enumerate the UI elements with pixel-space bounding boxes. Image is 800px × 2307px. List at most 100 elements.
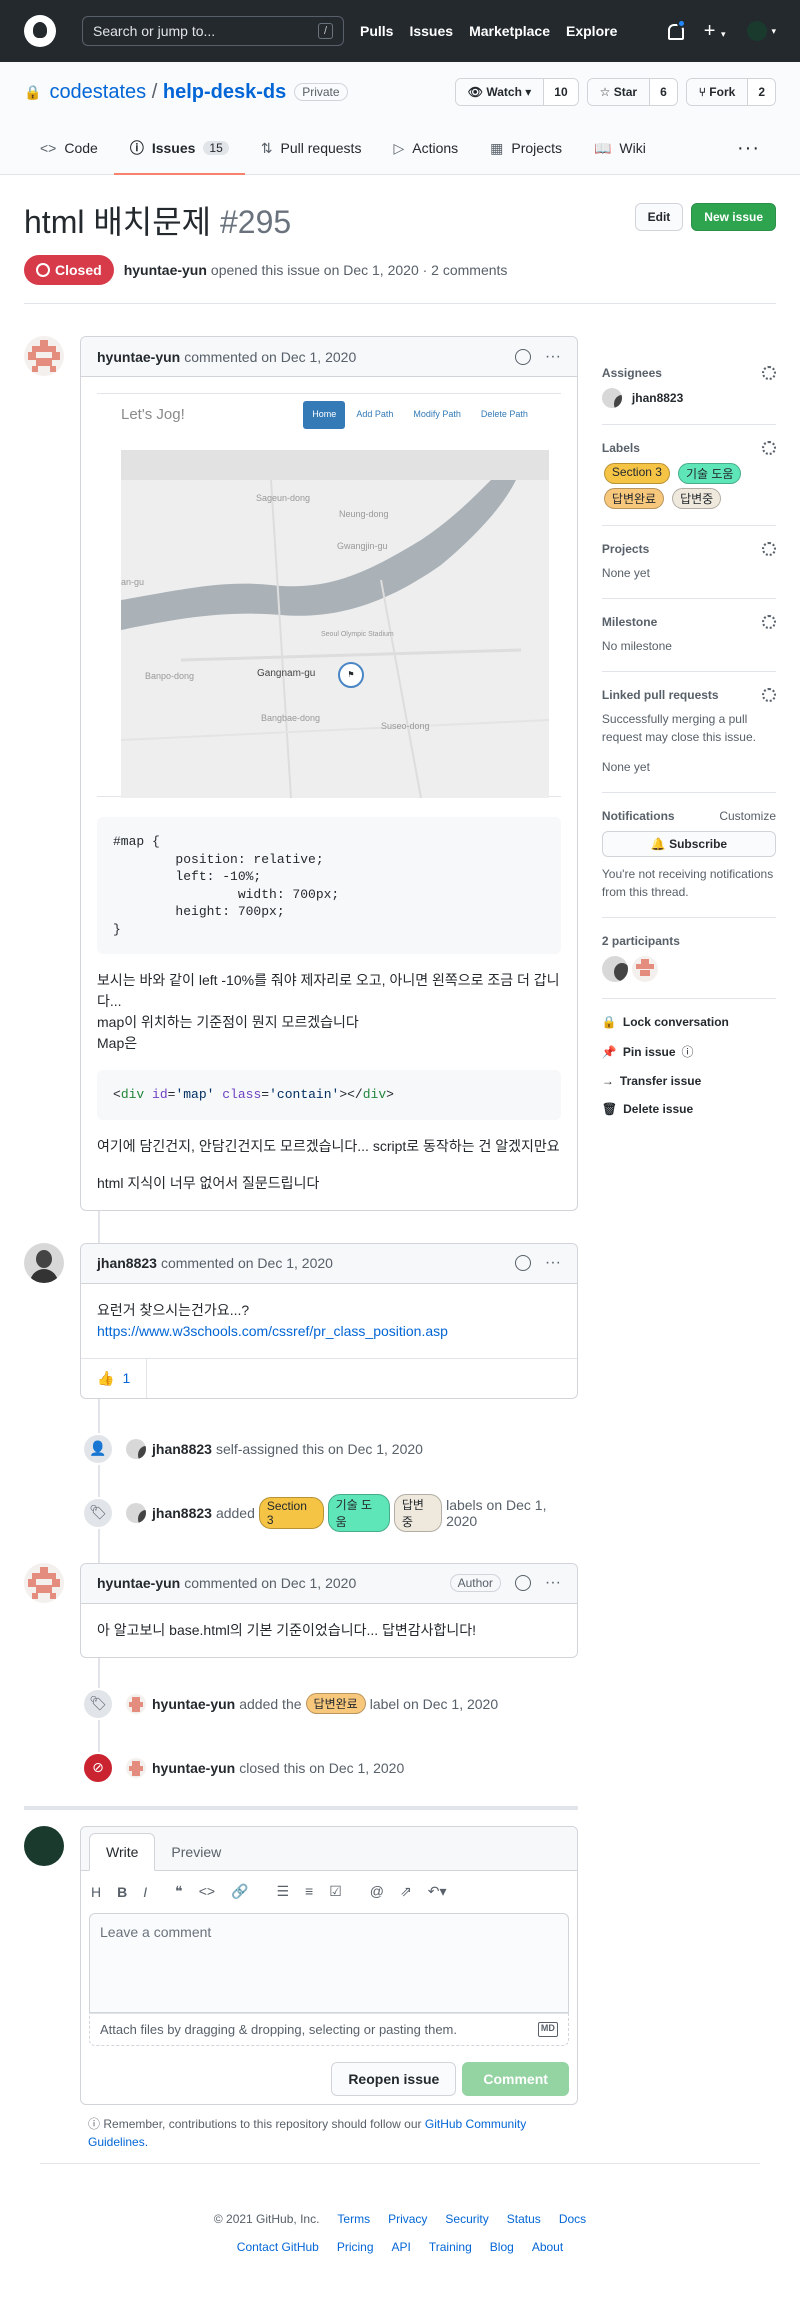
more-tabs-kebab-icon[interactable]: ··· [737, 122, 776, 174]
star-count[interactable]: 6 [649, 79, 677, 105]
add-reaction-smiley-icon[interactable] [514, 1255, 531, 1272]
edit-button[interactable]: Edit [634, 203, 684, 231]
italic-icon[interactable]: I [143, 1884, 147, 1900]
comment-kebab-icon[interactable]: ··· [545, 348, 561, 366]
footer-link-docs[interactable]: Docs [559, 2212, 586, 2226]
footer-link-terms[interactable]: Terms [337, 2212, 370, 2226]
comment-kebab-icon[interactable]: ··· [545, 1574, 561, 1592]
reply-icon[interactable]: ↶▾ [428, 1883, 447, 1900]
info-icon[interactable]: ⓘ [682, 1043, 694, 1060]
write-tab[interactable]: Write [89, 1832, 156, 1871]
tab-projects[interactable]: ▦ Projects [474, 122, 578, 174]
comment-kebab-icon[interactable]: ··· [545, 1254, 561, 1272]
link-icon[interactable]: 🔗 [231, 1883, 248, 1900]
gear-icon[interactable] [762, 615, 776, 629]
comment-meta[interactable]: commented on Dec 1, 2020 [184, 1575, 356, 1591]
fork-count[interactable]: 2 [747, 79, 775, 105]
gear-icon[interactable] [762, 542, 776, 556]
footer-link-status[interactable]: Status [507, 2212, 541, 2226]
label-done[interactable]: 답변완료 [305, 1693, 366, 1715]
footer-link-pricing[interactable]: Pricing [337, 2240, 374, 2254]
repo-owner-link[interactable]: codestates [49, 81, 146, 103]
avatar[interactable] [24, 1242, 64, 1283]
preview-tab[interactable]: Preview [155, 1834, 237, 1870]
code-icon[interactable]: <> [199, 1883, 215, 1900]
reopen-issue-button[interactable]: Reopen issue [331, 2061, 457, 2096]
gear-icon[interactable] [762, 441, 776, 455]
label-tech-help[interactable]: 기술 도움 [677, 463, 742, 484]
comment-submit-button[interactable]: Comment [462, 2061, 569, 2096]
github-logo-icon[interactable] [24, 15, 56, 47]
issue-author-link[interactable]: hyuntae-yun [124, 262, 207, 278]
footer-link-privacy[interactable]: Privacy [388, 2212, 427, 2226]
current-user-avatar[interactable] [24, 1825, 64, 1866]
task-list-icon[interactable]: ☑ [329, 1883, 342, 1900]
footer-link-training[interactable]: Training [429, 2240, 472, 2254]
avatar[interactable] [24, 336, 64, 376]
fork-button[interactable]: ⑂ Fork [686, 79, 748, 105]
comment-meta[interactable]: commented on Dec 1, 2020 [184, 349, 356, 365]
comment-link[interactable]: https://www.w3schools.com/cssref/pr_clas… [97, 1323, 448, 1339]
quote-icon[interactable]: ❝ [175, 1883, 183, 1900]
create-new-plus-icon[interactable]: + ▾ [704, 20, 726, 43]
nav-explore[interactable]: Explore [566, 23, 617, 39]
comment-textarea[interactable]: Leave a comment [89, 1912, 569, 2013]
mention-icon[interactable]: @ [370, 1883, 384, 1900]
pin-issue-button[interactable]: 📌 Pin issue ⓘ [602, 1043, 776, 1060]
customize-link[interactable]: Customize [719, 809, 776, 823]
user-menu[interactable]: ▾ [747, 21, 776, 41]
watch-button[interactable]: 👁 Watch ▾ [455, 79, 544, 105]
bold-icon[interactable]: B [117, 1884, 127, 1900]
gear-icon[interactable] [762, 688, 776, 702]
tab-issues[interactable]: ⓘ Issues 15 [113, 122, 245, 175]
footer-link-api[interactable]: API [392, 2240, 411, 2254]
tab-wiki[interactable]: 📖 Wiki [578, 122, 662, 174]
footer-link-security[interactable]: Security [445, 2212, 488, 2226]
watch-count[interactable]: 10 [543, 79, 578, 105]
heading-icon[interactable]: H [91, 1884, 101, 1900]
lock-conversation-button[interactable]: 🔒 Lock conversation [602, 1015, 776, 1029]
bullet-list-icon[interactable]: ☰ [276, 1883, 289, 1900]
footer-link-blog[interactable]: Blog [490, 2240, 514, 2254]
label-section-3[interactable]: Section 3 [258, 1496, 324, 1529]
participant-avatar[interactable] [631, 956, 658, 982]
avatar[interactable] [126, 1502, 146, 1523]
participant-avatar[interactable] [601, 956, 628, 982]
label-section-3[interactable]: Section 3 [603, 463, 670, 484]
event-user-link[interactable]: hyuntae-yun [152, 1760, 235, 1776]
delete-issue-button[interactable]: 🗑 Delete issue [602, 1102, 776, 1116]
event-user-link[interactable]: hyuntae-yun [152, 1696, 235, 1712]
embedded-screenshot-image[interactable]: Let's Jog! Home Add Path Modify Path Del… [97, 393, 561, 798]
nav-pulls[interactable]: Pulls [360, 23, 393, 39]
nav-marketplace[interactable]: Marketplace [469, 23, 550, 39]
repo-name-link[interactable]: help-desk-ds [163, 81, 286, 103]
avatar[interactable] [126, 1693, 146, 1714]
new-issue-button[interactable]: New issue [691, 203, 776, 231]
search-input[interactable]: Search or jump to... / [82, 16, 344, 46]
label-tech-help[interactable]: 기술 도움 [327, 1493, 390, 1532]
avatar[interactable] [601, 388, 622, 408]
footer-link-about[interactable]: About [532, 2240, 563, 2254]
attach-files-area[interactable]: Attach files by dragging & dropping, sel… [89, 2012, 569, 2046]
label-pending[interactable]: 답변중 [393, 1493, 443, 1532]
event-user-link[interactable]: jhan8823 [152, 1505, 212, 1521]
label-done[interactable]: 답변완료 [603, 488, 665, 509]
comment-author-link[interactable]: hyuntae-yun [97, 349, 180, 365]
star-button[interactable]: ☆ Star [587, 79, 650, 105]
footer-link-contact[interactable]: Contact GitHub [237, 2240, 319, 2254]
gear-icon[interactable] [762, 366, 776, 380]
comment-meta[interactable]: commented on Dec 1, 2020 [161, 1255, 333, 1271]
event-user-link[interactable]: jhan8823 [152, 1441, 212, 1457]
add-reaction-smiley-icon[interactable] [514, 1575, 531, 1592]
assignee-link[interactable]: jhan8823 [632, 391, 683, 405]
notification-bell-icon[interactable] [666, 19, 686, 40]
nav-issues[interactable]: Issues [409, 23, 453, 39]
transfer-issue-button[interactable]: → Transfer issue [602, 1074, 776, 1088]
add-reaction-smiley-icon[interactable] [514, 348, 531, 365]
avatar[interactable] [24, 1562, 64, 1603]
comment-author-link[interactable]: jhan8823 [97, 1255, 157, 1271]
tab-code[interactable]: <> Code [24, 122, 114, 174]
label-pending[interactable]: 답변중 [672, 488, 722, 509]
numbered-list-icon[interactable]: ≡ [305, 1883, 313, 1900]
tab-pull-requests[interactable]: ⇅ Pull requests [245, 122, 378, 174]
